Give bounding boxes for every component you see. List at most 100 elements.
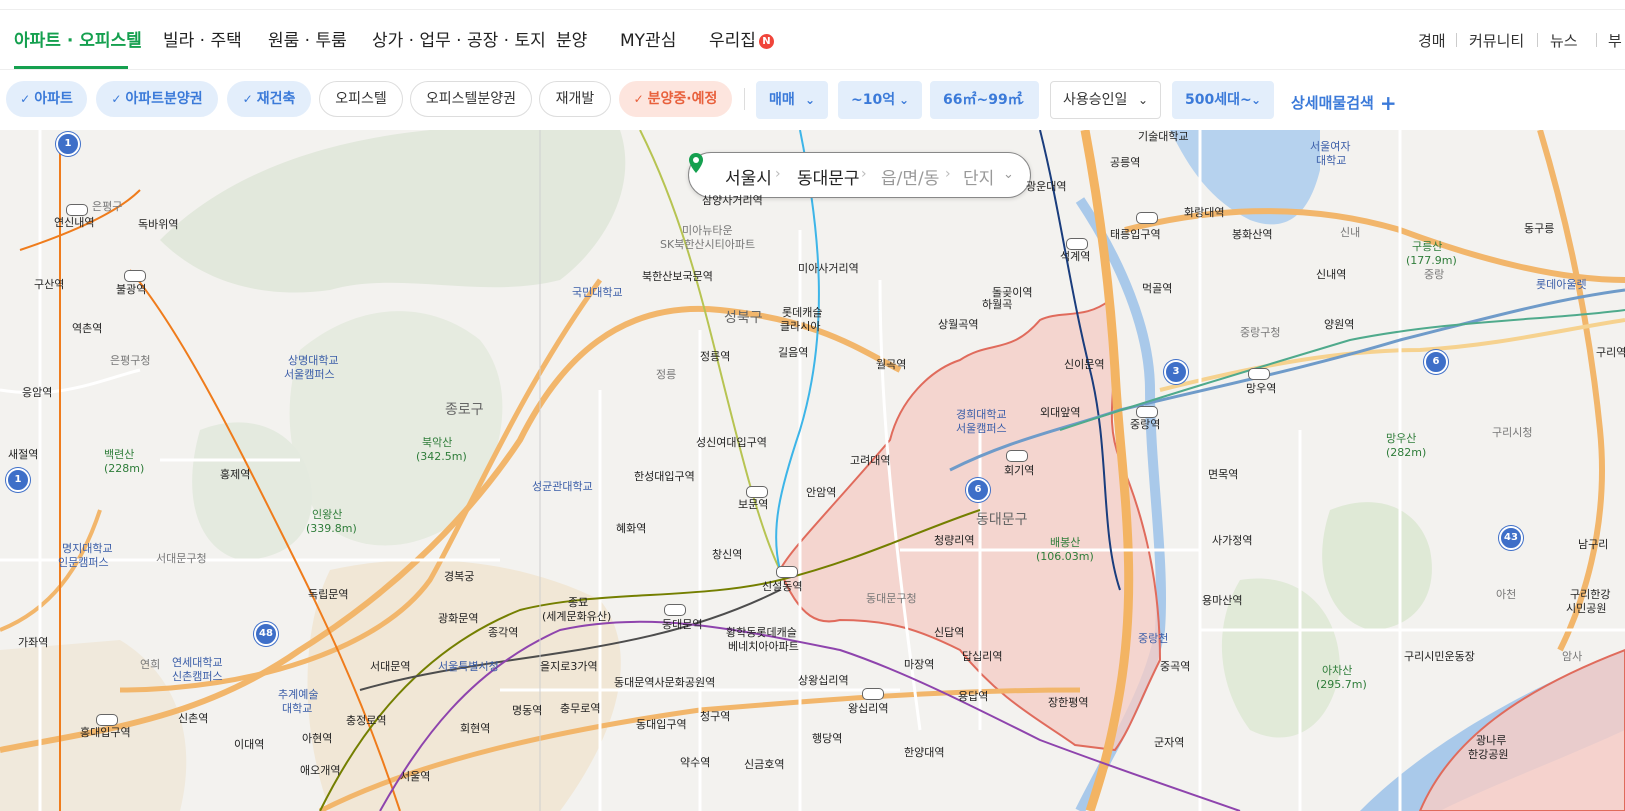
map-label: 서울캠퍼스	[956, 422, 1007, 435]
location-pin-icon	[689, 153, 703, 173]
map-label: 종묘	[568, 596, 589, 609]
map-label: 상월곡역	[938, 318, 979, 331]
link-auction[interactable]: 경매	[1418, 30, 1446, 51]
dropdown-households[interactable]: 500세대~ ⌄	[1172, 81, 1274, 119]
map-label: 성균관대학교	[532, 480, 593, 493]
chip-label: 아파트	[34, 91, 73, 107]
top-strip	[0, 0, 1625, 10]
map-label: 종각역	[488, 626, 519, 639]
tab-apartment-officetel[interactable]: 아파트 · 오피스텔	[14, 26, 142, 51]
chip-reconstruction[interactable]: ✓ 재건축	[227, 81, 311, 117]
dropdown-trade-type[interactable]: 매매 ⌄	[756, 81, 828, 119]
map-label: 공릉역	[1110, 156, 1141, 169]
util-divider	[1537, 33, 1538, 47]
breadcrumb-sep: ›	[775, 166, 781, 182]
map-label: 아차산	[1322, 664, 1353, 677]
link-more[interactable]: 부	[1608, 30, 1622, 51]
breadcrumb-complex[interactable]: 단지	[963, 164, 994, 189]
map-label: 인문캠퍼스	[58, 556, 109, 569]
map-label: 대학교	[1316, 154, 1347, 167]
dropdown-approval-date[interactable]: 사용승인일 ⌄	[1050, 81, 1161, 119]
tab-my-home[interactable]: 우리집 N	[709, 26, 774, 51]
map-label: 상명대학교	[288, 354, 339, 367]
chip-officetel-presale-right[interactable]: 오피스텔분양권	[410, 81, 532, 117]
map-label: 광운대역	[1026, 180, 1067, 193]
map-label: 광화문역	[438, 612, 479, 625]
map-label: 삼양사거리역	[702, 194, 763, 207]
map-view[interactable]: 서울시 › 동대문구 › 읍/면/동 › 단지 ⌄ 1 1 48 6 3 6 4…	[0, 130, 1625, 811]
region-breadcrumb: 서울시 › 동대문구 › 읍/면/동 › 단지 ⌄	[688, 152, 1031, 198]
plus-icon: +	[1379, 91, 1397, 115]
chip-label: 재건축	[256, 91, 296, 107]
map-label: 시민공원	[1566, 602, 1607, 615]
map-label: 연세대학교	[172, 656, 223, 669]
map-label: 아현역	[302, 732, 333, 745]
map-label: (228m)	[104, 462, 145, 475]
map-label: 면목역	[1208, 468, 1239, 481]
map-label: 은평구	[92, 200, 123, 213]
map-label: 경복궁	[444, 570, 475, 583]
chip-label: 아파트분양권	[125, 91, 203, 107]
map-label: 서울역	[400, 770, 431, 783]
map-label: 독립문역	[308, 588, 349, 601]
map-label: 광나루	[1476, 734, 1507, 747]
map-label: 혜화역	[616, 522, 647, 535]
map-label: 응암역	[22, 386, 53, 399]
breadcrumb-district[interactable]: 동대문구	[797, 164, 860, 189]
filter-divider	[744, 88, 745, 110]
subway-station-icon	[862, 688, 884, 700]
map-label: 독바위역	[138, 218, 179, 231]
map-label: 역촌역	[72, 322, 103, 335]
chip-presale-upcoming[interactable]: ✓ 분양중·예정	[619, 81, 732, 117]
map-label: 신촌캠퍼스	[172, 670, 223, 683]
map-label: 길음역	[778, 346, 809, 359]
map-label: 석계역	[1060, 250, 1091, 263]
chip-apartment-presale-right[interactable]: ✓ 아파트분양권	[96, 81, 218, 117]
tab-oneroom-tworoom[interactable]: 원룸 · 투룸	[268, 26, 347, 51]
map-label: 창신역	[712, 548, 743, 561]
chevron-down-icon: ⌄	[1015, 93, 1026, 107]
map-label: 추계예술	[278, 688, 319, 701]
link-news[interactable]: 뉴스	[1550, 30, 1578, 51]
map-label: 충정로역	[346, 714, 387, 727]
chip-officetel[interactable]: 오피스텔	[319, 81, 403, 117]
subway-station-icon	[776, 566, 798, 578]
subway-station-icon	[1006, 450, 1028, 462]
chip-redevelopment[interactable]: 재개발	[539, 81, 611, 117]
tab-villa-house[interactable]: 빌라 · 주택	[163, 26, 242, 51]
link-community[interactable]: 커뮤니티	[1469, 30, 1524, 51]
route-shield-icon: 6	[966, 478, 990, 502]
tab-commercial-land[interactable]: 상가 · 업무 · 공장 · 토지	[372, 26, 546, 51]
breadcrumb-city[interactable]: 서울시	[725, 164, 772, 189]
tab-presale[interactable]: 분양	[556, 26, 587, 51]
map-label: 한성대입구역	[634, 470, 695, 483]
map-label: (295.7m)	[1316, 678, 1367, 691]
chip-apartment[interactable]: ✓ 아파트	[6, 81, 87, 117]
detail-search-button[interactable]: 상세매물검색 +	[1291, 91, 1397, 115]
map-label: SK북한산시티아파트	[660, 238, 756, 251]
route-shield-icon: 6	[1424, 350, 1448, 374]
map-label: 충무로역	[560, 702, 601, 715]
map-label: (세계문화유산)	[542, 610, 612, 623]
breadcrumb-dong[interactable]: 읍/면/동	[881, 164, 939, 189]
check-icon: ✓	[242, 92, 253, 106]
map-label: 양원역	[1324, 318, 1355, 331]
filter-bar: ✓ 아파트 ✓ 아파트분양권 ✓ 재건축 오피스텔 오피스텔분양권 재개발 ✓ 분양중·…	[0, 69, 1625, 131]
map-label: 외대앞역	[1040, 406, 1081, 419]
map-label: 월곡역	[876, 358, 907, 371]
map-label: 청량리역	[934, 534, 975, 547]
dropdown-area[interactable]: 66㎡~99㎡ ⌄	[930, 81, 1039, 119]
dropdown-price[interactable]: ~10억 ⌄	[838, 81, 922, 119]
subway-station-icon	[1248, 368, 1270, 380]
tab-my-interest[interactable]: MY관심	[620, 26, 676, 51]
map-label: 구리시민운동장	[1404, 650, 1475, 663]
map-label: 동대입구역	[636, 718, 687, 731]
chevron-down-icon: ⌄	[804, 93, 815, 107]
map-label: 북한산보국문역	[642, 270, 713, 283]
subway-station-icon	[96, 714, 118, 726]
map-label: 약수역	[680, 756, 711, 769]
map-label: 동대문역	[662, 618, 703, 631]
map-label: 중랑천	[1138, 632, 1169, 645]
map-label: 사가정역	[1212, 534, 1253, 547]
map-label: 회현역	[460, 722, 491, 735]
